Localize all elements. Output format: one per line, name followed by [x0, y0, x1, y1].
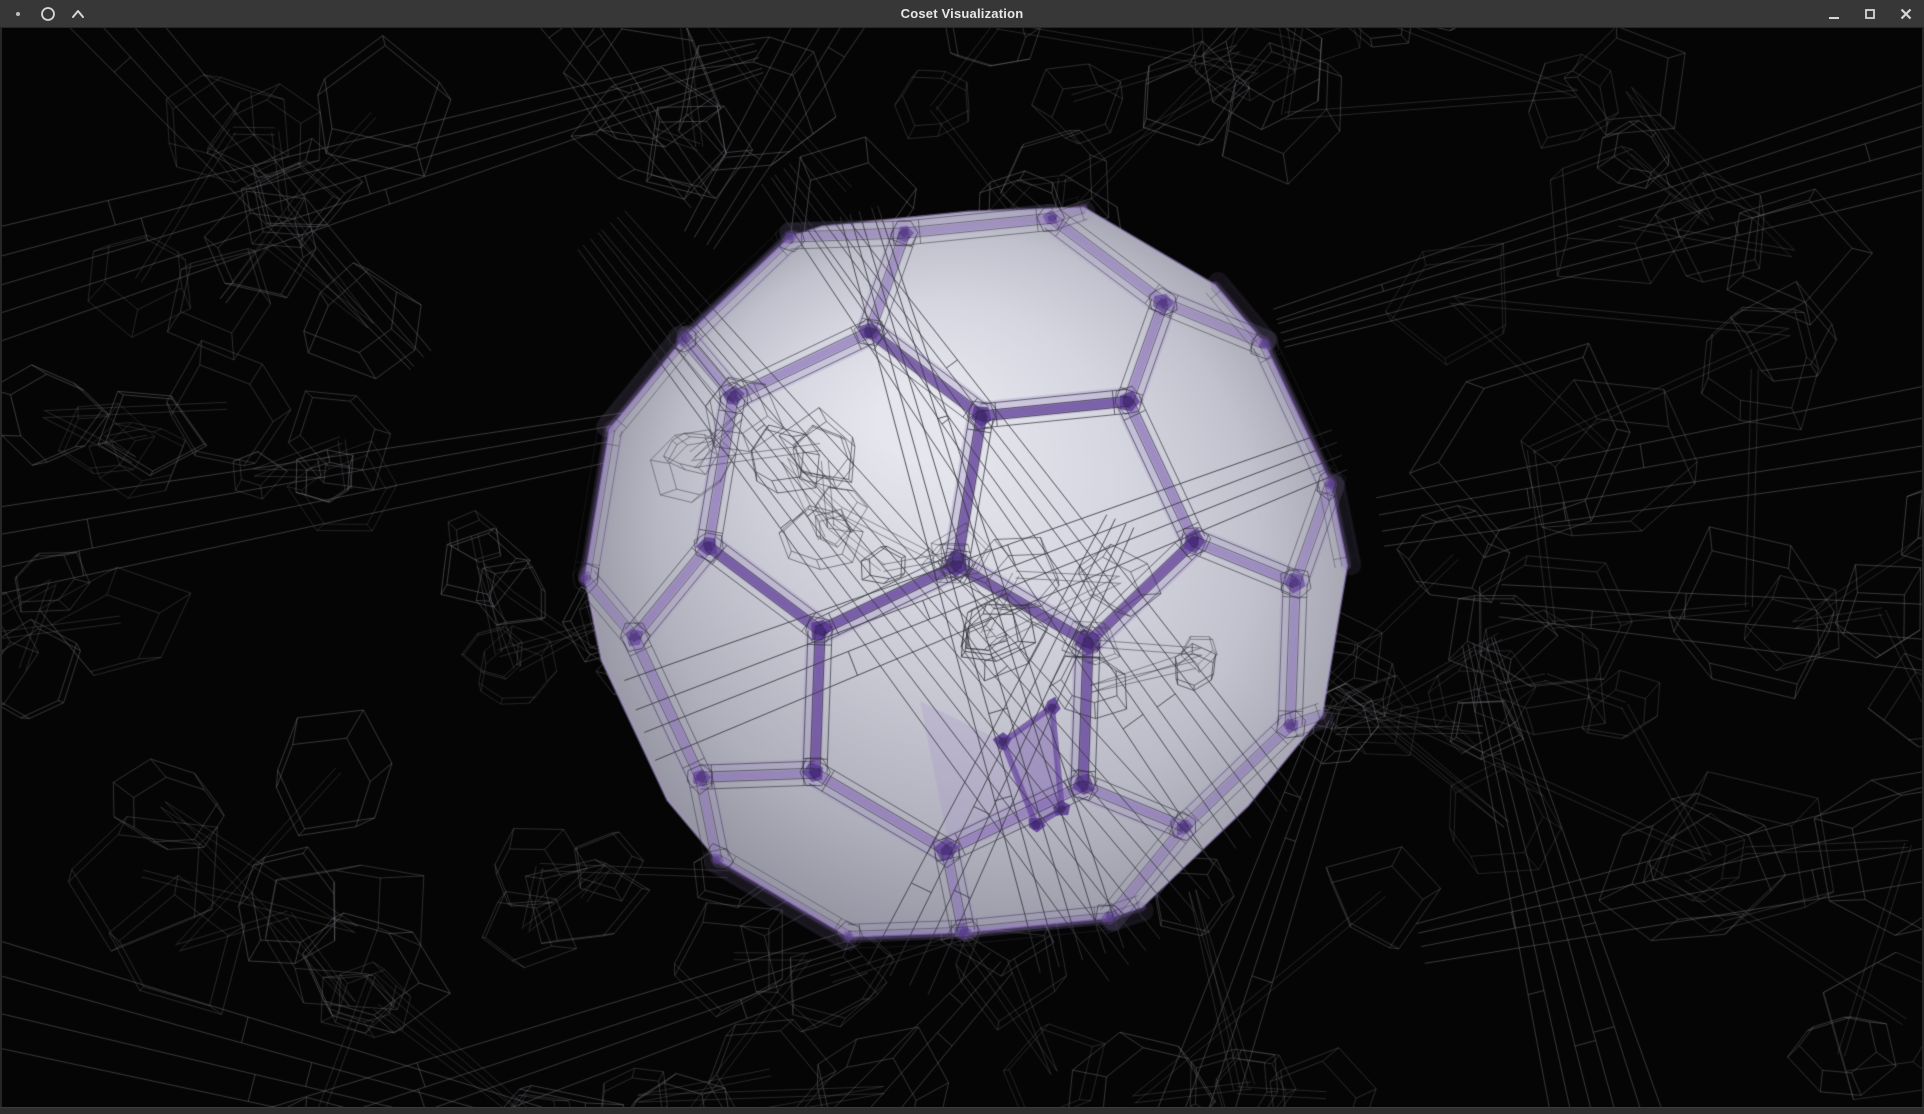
viewport-container	[0, 28, 1924, 1107]
close-button[interactable]	[1896, 4, 1916, 24]
titlebar-left-icons	[10, 0, 86, 27]
chevron-up-icon[interactable]	[70, 6, 86, 22]
minimize-button[interactable]	[1824, 4, 1844, 24]
visualization-canvas[interactable]	[2, 28, 1922, 1107]
app-window: Coset Visualization	[0, 0, 1924, 1114]
window-controls	[1824, 0, 1916, 27]
maximize-button[interactable]	[1860, 4, 1880, 24]
window-border-bottom	[0, 1107, 1924, 1114]
titlebar[interactable]: Coset Visualization	[0, 0, 1924, 28]
dot-icon	[10, 6, 26, 22]
circle-icon[interactable]	[40, 6, 56, 22]
window-title: Coset Visualization	[0, 0, 1924, 27]
